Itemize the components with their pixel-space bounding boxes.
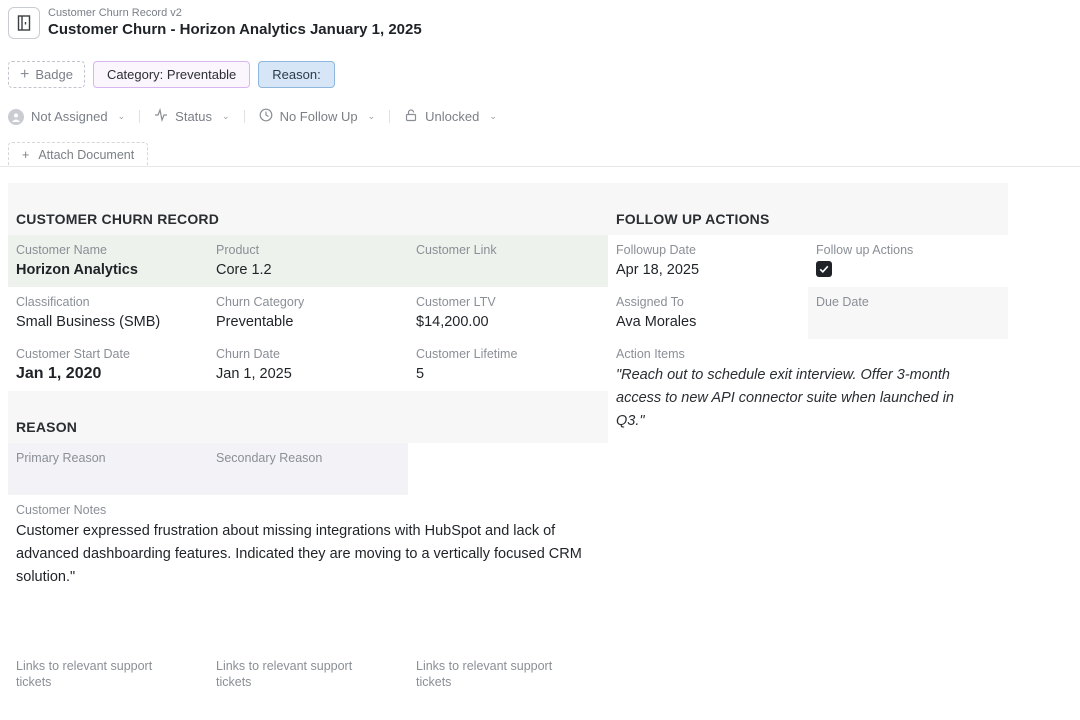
assigned-to-field[interactable]: Assigned To Ava Morales	[608, 287, 808, 339]
attach-document-label: Attach Document	[38, 147, 135, 162]
classification-value: Small Business (SMB)	[16, 314, 161, 330]
customer-name-value: Horizon Analytics	[16, 262, 138, 278]
field-label: Customer Lifetime	[416, 347, 518, 361]
support-tickets-label: Links to relevant support tickets	[416, 659, 553, 689]
churn-category-value: Preventable	[216, 314, 294, 330]
due-date-field[interactable]: Due Date	[808, 287, 1008, 339]
customer-link-field[interactable]: Customer Link	[408, 235, 608, 287]
field-label: Assigned To	[616, 295, 684, 309]
field-label: Churn Category	[216, 295, 305, 309]
divider	[389, 110, 391, 123]
churn-record-heading: CUSTOMER CHURN RECORD	[16, 211, 220, 227]
customer-notes-field[interactable]: Customer Notes Customer expressed frustr…	[8, 495, 608, 645]
field-label: Due Date	[816, 295, 869, 309]
customer-ltv-value: $14,200.00	[416, 314, 489, 330]
avatar-icon	[8, 108, 24, 125]
lock-label: Unlocked	[425, 109, 480, 124]
chevron-down-icon: ⌄	[117, 111, 126, 121]
field-label: Churn Date	[216, 347, 280, 361]
product-value: Core 1.2	[216, 262, 272, 278]
chevron-down-icon: ⌄	[222, 111, 230, 121]
field-label: Customer Start Date	[16, 347, 130, 361]
property-toolbar: Not Assigned ⌄ Status ⌄ No Follow Up ⌄ U…	[8, 107, 497, 125]
action-items-field[interactable]: Action Items "Reach out to schedule exit…	[608, 339, 1008, 439]
support-tickets-link-field[interactable]: Links to relevant support tickets	[8, 651, 208, 703]
customer-notes-value: Customer expressed frustration about mis…	[16, 523, 582, 585]
support-tickets-label: Links to relevant support tickets	[216, 659, 353, 689]
field-label: Secondary Reason	[216, 451, 323, 465]
reason-heading: REASON	[16, 419, 78, 435]
primary-reason-field[interactable]: Primary Reason	[8, 443, 208, 495]
follow-up-label: No Follow Up	[279, 109, 358, 124]
customer-name-field[interactable]: Customer Name Horizon Analytics	[8, 235, 208, 287]
assignee-label: Not Assigned	[31, 109, 108, 124]
followup-date-value: Apr 18, 2025	[616, 262, 700, 278]
chevron-down-icon: ⌄	[489, 111, 497, 121]
unlock-icon	[404, 108, 418, 125]
checkmark-icon	[819, 265, 829, 273]
support-tickets-label: Links to relevant support tickets	[16, 659, 153, 689]
field-label: Product	[216, 243, 260, 257]
field-label: Classification	[16, 295, 90, 309]
document-icon[interactable]	[8, 7, 40, 39]
reason-header-band	[8, 391, 608, 443]
customer-start-date-value: Jan 1, 2020	[16, 365, 102, 382]
chevron-down-icon: ⌄	[367, 111, 376, 121]
field-label: Action Items	[616, 347, 685, 361]
customer-start-date-field[interactable]: Customer Start Date Jan 1, 2020	[8, 339, 208, 391]
activity-icon	[154, 107, 168, 125]
plus-icon: +	[22, 147, 30, 162]
add-badge-label: Badge	[35, 67, 73, 82]
churn-category-field[interactable]: Churn Category Preventable	[208, 287, 408, 339]
product-field[interactable]: Product Core 1.2	[208, 235, 408, 287]
attach-document-button[interactable]: + Attach Document	[8, 142, 149, 166]
follow-up-heading: FOLLOW UP ACTIONS	[616, 211, 770, 227]
classification-field[interactable]: Classification Small Business (SMB)	[8, 287, 208, 339]
customer-lifetime-value: 5	[416, 366, 425, 382]
page-title[interactable]: Customer Churn - Horizon Analytics Janua…	[48, 20, 422, 40]
field-label: Primary Reason	[16, 451, 106, 465]
badge-row: + Badge Category: Preventable Reason:	[8, 61, 335, 88]
divider	[243, 110, 245, 123]
churn-date-field[interactable]: Churn Date Jan 1, 2025	[208, 339, 408, 391]
record-panel: CUSTOMER CHURN RECORD FOLLOW UP ACTIONS …	[8, 183, 1008, 703]
section-header-band	[8, 183, 1008, 235]
customer-ltv-field[interactable]: Customer LTV $14,200.00	[408, 287, 608, 339]
reason-badge[interactable]: Reason:	[258, 61, 335, 88]
category-badge[interactable]: Category: Preventable	[92, 61, 251, 88]
churn-date-value: Jan 1, 2025	[216, 366, 292, 382]
follow-up-actions-checkbox[interactable]	[816, 261, 832, 277]
status-dropdown[interactable]: Status ⌄	[154, 107, 230, 125]
field-label: Customer Name	[16, 243, 107, 257]
follow-up-actions-field: Follow up Actions	[808, 235, 1008, 287]
status-label: Status	[175, 109, 213, 124]
customer-lifetime-field[interactable]: Customer Lifetime 5	[408, 339, 608, 391]
add-badge-button[interactable]: + Badge	[8, 61, 85, 88]
followup-date-field[interactable]: Followup Date Apr 18, 2025	[608, 235, 808, 287]
support-tickets-link-field[interactable]: Links to relevant support tickets	[408, 651, 608, 703]
action-items-value: "Reach out to schedule exit interview. O…	[616, 367, 954, 429]
follow-up-dropdown[interactable]: No Follow Up ⌄	[259, 108, 376, 125]
lock-dropdown[interactable]: Unlocked ⌄	[404, 108, 497, 125]
divider	[139, 110, 141, 123]
page-header: Customer Churn Record v2 Customer Churn …	[8, 6, 422, 40]
support-tickets-link-field[interactable]: Links to relevant support tickets	[208, 651, 408, 703]
assignee-dropdown[interactable]: Not Assigned ⌄	[8, 108, 126, 125]
field-label: Customer Notes	[16, 503, 107, 517]
field-label: Customer Link	[416, 243, 497, 257]
divider	[0, 166, 1080, 167]
secondary-reason-field[interactable]: Secondary Reason	[208, 443, 408, 495]
clock-icon	[259, 108, 273, 125]
assigned-to-value: Ava Morales	[616, 314, 697, 330]
field-label: Customer LTV	[416, 295, 496, 309]
plus-icon: +	[20, 65, 30, 83]
field-label: Follow up Actions	[816, 243, 914, 257]
record-subtitle: Customer Churn Record v2	[48, 7, 182, 19]
field-label: Followup Date	[616, 243, 696, 257]
